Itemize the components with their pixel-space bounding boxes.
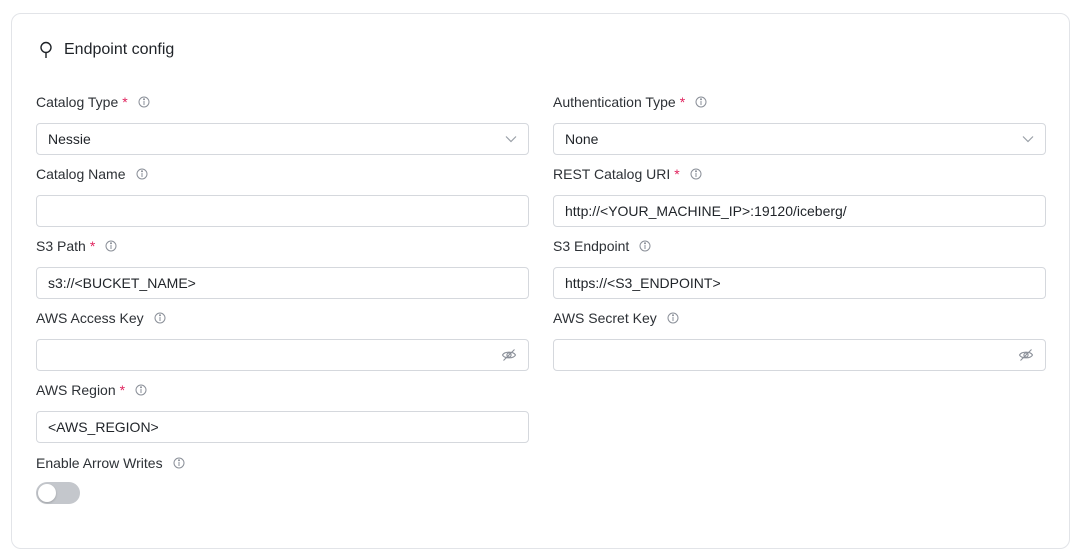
s3-path-input[interactable]: s3://<BUCKET_NAME>: [36, 267, 529, 299]
card-header: Endpoint config: [38, 41, 174, 59]
aws-secret-key-field: AWS Secret Key: [553, 309, 1046, 373]
card-title: Endpoint config: [64, 41, 175, 58]
info-icon[interactable]: [639, 240, 651, 252]
rest-catalog-uri-field: REST Catalog URI * http://<YOUR_MACHINE_…: [553, 165, 1046, 229]
authentication-type-field: Authentication Type * None: [553, 93, 1046, 157]
info-icon[interactable]: [690, 168, 702, 180]
rest-catalog-uri-input[interactable]: http://<YOUR_MACHINE_IP>:19120/iceberg/: [553, 195, 1046, 227]
aws-access-key-label: AWS Access Key: [36, 310, 144, 326]
aws-access-key-input[interactable]: [36, 339, 529, 371]
info-icon[interactable]: [695, 96, 707, 108]
eye-off-icon[interactable]: [1018, 348, 1034, 362]
required-marker: *: [119, 382, 126, 398]
s3-endpoint-label: S3 Endpoint: [553, 238, 630, 254]
info-icon[interactable]: [667, 312, 679, 324]
aws-region-input[interactable]: <AWS_REGION>: [36, 411, 529, 443]
catalog-type-field: Catalog Type * Nessie: [36, 93, 529, 157]
eye-off-icon[interactable]: [501, 348, 517, 362]
catalog-type-label: Catalog Type: [36, 94, 119, 110]
required-marker: *: [89, 238, 96, 254]
rest-catalog-uri-label: REST Catalog URI: [553, 166, 671, 182]
enable-arrow-writes-label: Enable Arrow Writes: [36, 455, 163, 471]
toggle-knob: [38, 484, 56, 502]
aws-secret-key-label: AWS Secret Key: [553, 310, 657, 326]
aws-region-field: AWS Region * <AWS_REGION>: [36, 381, 529, 445]
catalog-type-select[interactable]: Nessie: [36, 123, 529, 155]
aws-access-key-field: AWS Access Key: [36, 309, 529, 373]
info-icon[interactable]: [138, 96, 150, 108]
aws-region-value: <AWS_REGION>: [48, 419, 159, 435]
rest-catalog-uri-value: http://<YOUR_MACHINE_IP>:19120/iceberg/: [565, 203, 847, 219]
chevron-down-icon: [1022, 135, 1034, 143]
authentication-type-label: Authentication Type: [553, 94, 676, 110]
aws-secret-key-input[interactable]: [553, 339, 1046, 371]
info-icon[interactable]: [136, 168, 148, 180]
catalog-name-field: Catalog Name: [36, 165, 529, 229]
endpoint-config-card: Endpoint config Catalog Type * Nessie Au…: [11, 13, 1070, 549]
catalog-name-input[interactable]: [36, 195, 529, 227]
catalog-name-label: Catalog Name: [36, 166, 126, 182]
s3-endpoint-value: https://<S3_ENDPOINT>: [565, 275, 721, 291]
info-icon[interactable]: [105, 240, 117, 252]
info-icon[interactable]: [154, 312, 166, 324]
aws-region-label: AWS Region: [36, 382, 116, 398]
info-icon[interactable]: [135, 384, 147, 396]
pin-icon: [38, 41, 54, 59]
s3-endpoint-field: S3 Endpoint https://<S3_ENDPOINT>: [553, 237, 1046, 301]
enable-arrow-writes-toggle[interactable]: [36, 482, 80, 504]
authentication-type-select[interactable]: None: [553, 123, 1046, 155]
required-marker: *: [679, 94, 686, 110]
s3-path-value: s3://<BUCKET_NAME>: [48, 275, 196, 291]
s3-path-field: S3 Path * s3://<BUCKET_NAME>: [36, 237, 529, 301]
catalog-type-value: Nessie: [48, 131, 91, 147]
s3-endpoint-input[interactable]: https://<S3_ENDPOINT>: [553, 267, 1046, 299]
info-icon[interactable]: [173, 457, 185, 469]
enable-arrow-writes-field: Enable Arrow Writes: [36, 454, 529, 506]
chevron-down-icon: [505, 135, 517, 143]
s3-path-label: S3 Path: [36, 238, 86, 254]
authentication-type-value: None: [565, 131, 599, 147]
required-marker: *: [674, 166, 680, 182]
required-marker: *: [122, 94, 128, 110]
